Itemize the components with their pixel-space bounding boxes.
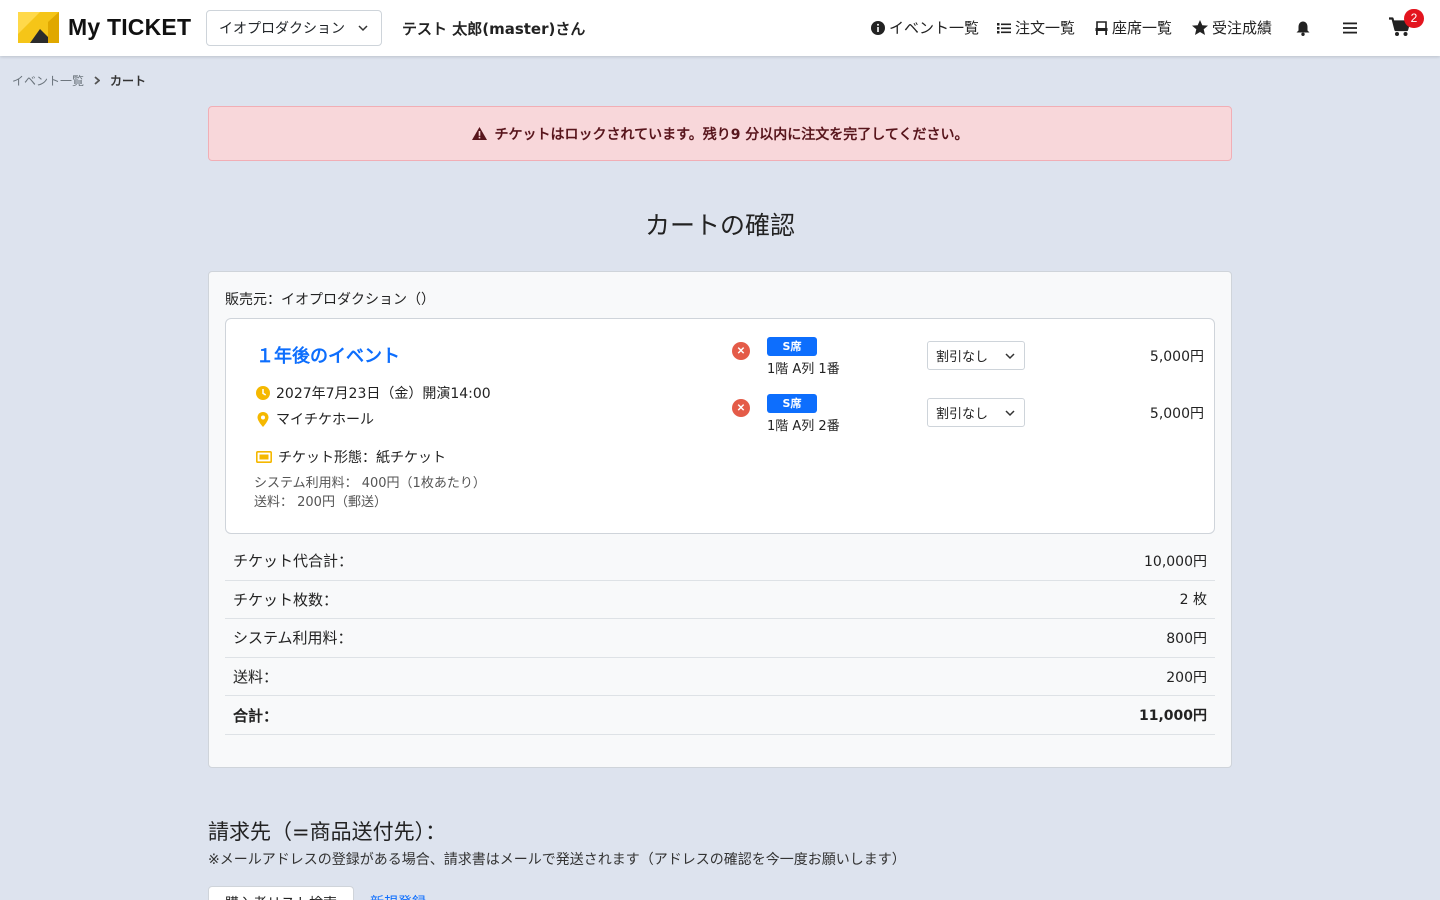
logo[interactable]: My TICKET <box>18 12 191 43</box>
hamburger-menu-icon <box>1343 22 1357 34</box>
event-card: １年後のイベント 2027年7月23日（金）開演14:00 マイチケホール チケ… <box>225 318 1215 534</box>
seat-price: 5,000円 <box>1149 349 1204 365</box>
summary-row-grand-total: 合計： 11,000円 <box>225 696 1215 735</box>
ticket-type: チケット形態：紙チケット <box>256 447 446 467</box>
page-title: カートの確認 <box>644 211 795 240</box>
seat-class-badge: S席 <box>767 394 817 413</box>
seller-label: 販売元：イオプロダクション（） <box>225 292 435 308</box>
logo-text: My TICKET <box>68 14 192 40</box>
seat-row: ✕ S席 1階 A列 1番 割引なし 5,000円 <box>730 337 1204 377</box>
seat-location: 1階 A列 2番 <box>767 419 840 434</box>
remove-seat-button[interactable]: ✕ <box>732 342 750 360</box>
chevron-down-icon <box>358 25 368 32</box>
discount-select[interactable]: 割引なし <box>927 398 1025 427</box>
company-select-value: イオプロダクション <box>219 21 345 37</box>
event-date: 2027年7月23日（金）開演14:00 <box>256 383 491 403</box>
event-venue: マイチケホール <box>256 409 374 429</box>
summary-value: 200円 <box>1166 669 1207 686</box>
summary-row-system-fee: システム利用料： 800円 <box>225 619 1215 658</box>
nav-seats-label: 座席一覧 <box>1112 19 1173 37</box>
summary-label: チケット枚数： <box>233 590 339 609</box>
summary-value: 2 枚 <box>1179 592 1207 609</box>
cart-count-badge: 2 <box>1404 9 1424 28</box>
event-venue-text: マイチケホール <box>276 412 374 428</box>
summary-label: システム利用料： <box>233 629 353 648</box>
summary-value: 10,000円 <box>1144 553 1207 570</box>
nav-events-label: イベント一覧 <box>889 19 980 37</box>
alert-message: チケットはロックされています。残り9 分以内に注文を完了してください。 <box>494 126 969 143</box>
summary-label: 送料： <box>233 668 279 687</box>
tab-buyer-search[interactable]: 購入者リスト検索 <box>208 886 354 900</box>
system-fee-note: システム利用料： 400円（1枚あたり） <box>254 476 486 491</box>
company-select[interactable]: イオプロダクション <box>206 10 382 46</box>
seat-class-badge: S席 <box>767 337 817 356</box>
close-icon: ✕ <box>736 402 746 414</box>
chair-icon <box>1095 20 1108 35</box>
logo-icon <box>18 12 59 43</box>
nav-events[interactable]: イベント一覧 <box>871 17 979 38</box>
notification-button[interactable] <box>1291 16 1315 40</box>
remove-seat-button[interactable]: ✕ <box>732 399 750 417</box>
ticket-type-text: チケット形態：紙チケット <box>278 450 446 466</box>
event-date-text: 2027年7月23日（金）開演14:00 <box>276 386 491 402</box>
cart-summary: チケット代合計： 10,000円 チケット枚数： 2 枚 システム利用料： 80… <box>225 542 1215 735</box>
close-icon: ✕ <box>736 345 746 357</box>
ticket-icon <box>256 451 272 463</box>
user-name: テスト 太郎(master)さん <box>402 20 586 38</box>
discount-select[interactable]: 割引なし <box>927 341 1025 370</box>
chevron-down-icon <box>1005 409 1015 416</box>
seat-price: 5,000円 <box>1149 406 1204 422</box>
list-icon <box>997 22 1011 33</box>
summary-row-ticket-total: チケット代合計： 10,000円 <box>225 542 1215 581</box>
breadcrumb: イベント一覧 カート <box>12 72 146 89</box>
breadcrumb-item-cart: カート <box>110 74 147 88</box>
tab-new-registration[interactable]: 新規登録 <box>354 886 442 900</box>
discount-select-value: 割引なし <box>936 407 989 422</box>
clock-icon <box>256 386 270 400</box>
map-pin-icon <box>257 411 269 427</box>
discount-select-value: 割引なし <box>936 350 989 365</box>
cart-panel: 販売元：イオプロダクション（） １年後のイベント 2027年7月23日（金）開演… <box>208 271 1232 768</box>
billing-title: 請求先（=商品送付先）： <box>208 820 447 844</box>
info-circle-icon <box>871 20 885 35</box>
nav-orders-label: 注文一覧 <box>1015 19 1076 37</box>
nav-seats[interactable]: 座席一覧 <box>1095 17 1172 38</box>
summary-value: 11,000円 <box>1138 708 1207 725</box>
event-title-link[interactable]: １年後のイベント <box>256 342 400 368</box>
menu-button[interactable] <box>1338 16 1362 40</box>
seat-row: ✕ S席 1階 A列 2番 割引なし 5,000円 <box>730 394 1204 434</box>
summary-label: チケット代合計： <box>233 552 354 571</box>
app-header: My TICKET イオプロダクション テスト 太郎(master)さん イベン… <box>0 0 1440 56</box>
nav-results-label: 受注成績 <box>1212 19 1273 37</box>
summary-value: 800円 <box>1166 630 1207 647</box>
warning-triangle-icon <box>471 127 487 140</box>
summary-row-ticket-count: チケット枚数： 2 枚 <box>225 581 1215 620</box>
seat-location: 1階 A列 1番 <box>767 362 840 377</box>
breadcrumb-item-events[interactable]: イベント一覧 <box>12 72 84 89</box>
ticket-lock-alert: チケットはロックされています。残り9 分以内に注文を完了してください。 <box>208 106 1232 161</box>
nav-orders[interactable]: 注文一覧 <box>997 17 1075 38</box>
bell-icon <box>1296 21 1310 36</box>
billing-tabs: 購入者リスト検索 新規登録 <box>208 886 442 900</box>
chevron-down-icon <box>1005 352 1015 359</box>
nav-results[interactable]: 受注成績 <box>1192 17 1272 38</box>
shipping-fee-note: 送料： 200円（郵送） <box>254 495 387 510</box>
chevron-right-icon <box>94 76 101 85</box>
summary-row-shipping: 送料： 200円 <box>225 658 1215 697</box>
star-icon <box>1192 20 1208 35</box>
billing-note: ※メールアドレスの登録がある場合、請求書はメールで発送されます（アドレスの確認を… <box>208 852 906 868</box>
summary-label: 合計： <box>233 706 279 725</box>
